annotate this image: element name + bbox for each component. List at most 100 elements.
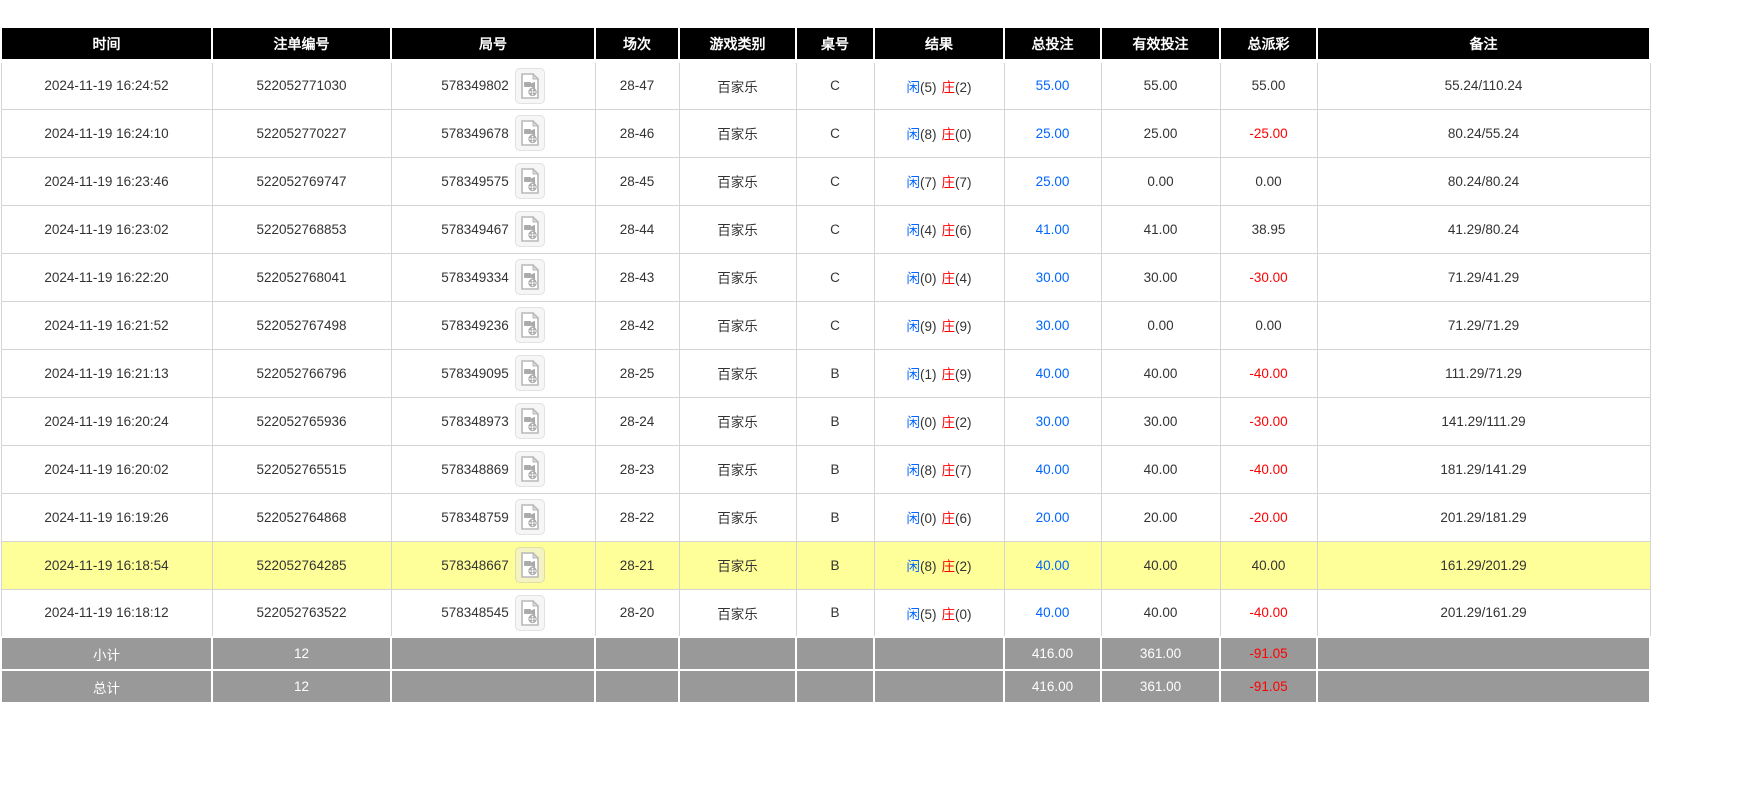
footer-empty-cell [594,636,680,671]
footer-count: 12 [211,636,392,671]
total-bet-link[interactable]: 40.00 [1036,366,1070,381]
total-bet-link[interactable]: 25.00 [1036,126,1070,141]
cell-payout: -25.00 [1219,108,1318,158]
cell-table-no: C [795,156,875,206]
cell-valid-bet: 40.00 [1100,540,1221,590]
col-header-total_bet: 总投注 [1003,28,1102,63]
cell-time: 2024-11-19 16:19:26 [0,492,213,542]
table-row[interactable]: 2024-11-19 16:24:10 522052770227 578349678… [0,108,1651,158]
total-bet-link[interactable]: 40.00 [1036,558,1070,573]
footer-payout: -91.05 [1219,636,1318,671]
cell-remark: 111.29/71.29 [1316,348,1651,398]
table-row[interactable]: 2024-11-19 16:23:02 522052768853 578349467… [0,204,1651,254]
cell-time: 2024-11-19 16:22:20 [0,252,213,302]
cell-remark: 41.29/80.24 [1316,204,1651,254]
cell-valid-bet: 20.00 [1100,492,1221,542]
cell-total-bet: 20.00 [1003,492,1102,542]
result-banker-label: 庄 [941,271,956,286]
result-player-label: 闲 [906,606,921,622]
table-row[interactable]: 2024-11-19 16:20:24 522052765936 578348973… [0,396,1651,446]
cell-game-type: 百家乐 [678,252,797,302]
cell-table-no: C [795,108,875,158]
video-replay-icon [520,456,540,482]
table-row[interactable]: 2024-11-19 16:20:02 522052765515 578348869… [0,444,1651,494]
footer-empty-cell [678,669,797,704]
cell-game-type: 百家乐 [678,156,797,206]
result-banker-label: 庄 [941,511,956,526]
col-header-time: 时间 [0,28,213,63]
video-replay-button[interactable] [514,499,545,535]
total-bet-link[interactable]: 30.00 [1036,414,1070,429]
result-banker-score: (0) [955,606,972,622]
cell-bet-no: 522052767498 [211,300,392,350]
cell-bet-no: 522052765515 [211,444,392,494]
video-replay-button[interactable] [514,211,545,247]
video-replay-button[interactable] [514,451,545,487]
col-header-session: 场次 [594,28,680,63]
video-replay-button[interactable] [514,307,545,343]
table-row[interactable]: 2024-11-19 16:22:20 522052768041 578349334… [0,252,1651,302]
cell-result: 闲(8) 庄(2) [873,540,1005,590]
col-header-bet_no: 注单编号 [211,28,392,63]
col-header-remark: 备注 [1316,28,1651,63]
table-row-highlighted[interactable]: 2024-11-19 16:18:54 522052764285 578348667… [0,540,1651,590]
cell-table-no: B [795,348,875,398]
footer-label: 总计 [0,669,213,704]
video-replay-button[interactable] [514,115,545,151]
cell-time: 2024-11-19 16:23:02 [0,204,213,254]
table-row[interactable]: 2024-11-19 16:21:52 522052767498 578349236… [0,300,1651,350]
round-number: 578349334 [441,269,509,285]
cell-round-no: 578349095 [390,348,596,398]
total-bet-link[interactable]: 30.00 [1036,318,1070,333]
cell-bet-no: 522052768041 [211,252,392,302]
table-row[interactable]: 2024-11-19 16:23:46 522052769747 578349575… [0,156,1651,206]
table-row[interactable]: 2024-11-19 16:21:13 522052766796 578349095… [0,348,1651,398]
cell-round-no: 578349334 [390,252,596,302]
cell-bet-no: 522052763522 [211,588,392,638]
cell-payout: -40.00 [1219,444,1318,494]
cell-remark: 201.29/181.29 [1316,492,1651,542]
cell-session: 28-20 [594,588,680,638]
cell-table-no: C [795,300,875,350]
video-replay-button[interactable] [514,259,545,295]
total-bet-link[interactable]: 40.00 [1036,462,1070,477]
result-player-score: (8) [920,127,937,142]
video-replay-button[interactable] [514,594,545,631]
cell-time: 2024-11-19 16:20:02 [0,444,213,494]
cell-total-bet: 40.00 [1003,348,1102,398]
table-row[interactable]: 2024-11-19 16:24:52 522052771030 578349802… [0,60,1651,110]
total-bet-link[interactable]: 30.00 [1036,270,1070,285]
footer-empty-cell [678,636,797,671]
video-replay-button[interactable] [514,547,545,583]
table-row[interactable]: 2024-11-19 16:18:12 522052763522 578348545… [0,588,1651,638]
video-replay-button[interactable] [514,67,545,104]
result-banker-score: (2) [955,559,972,574]
round-number: 578348869 [441,461,509,477]
total-bet-link[interactable]: 40.00 [1036,605,1070,620]
total-bet-link[interactable]: 41.00 [1036,222,1070,237]
cell-remark: 80.24/80.24 [1316,156,1651,206]
table-row[interactable]: 2024-11-19 16:19:26 522052764868 578348759… [0,492,1651,542]
video-replay-button[interactable] [514,355,545,391]
video-replay-button[interactable] [514,163,545,199]
total-bet-link[interactable]: 20.00 [1036,510,1070,525]
table-header: 时间 注单编号 局号 场次 游戏类别 桌号 结果 总投注 有效投注 总派彩 备注 [0,28,1651,63]
video-replay-button[interactable] [514,403,545,439]
video-replay-icon [520,360,540,386]
result-player-label: 闲 [906,223,921,238]
cell-remark: 71.29/41.29 [1316,252,1651,302]
total-bet-link[interactable]: 25.00 [1036,174,1070,189]
round-number: 578348973 [441,413,509,429]
result-player-score: (8) [920,559,937,574]
total-bet-link[interactable]: 55.00 [1036,78,1070,93]
col-header-valid_bet: 有效投注 [1100,28,1221,63]
cell-result: 闲(8) 庄(0) [873,108,1005,158]
cell-total-bet: 25.00 [1003,156,1102,206]
cell-time: 2024-11-19 16:24:52 [0,60,213,110]
cell-valid-bet: 25.00 [1100,108,1221,158]
cell-bet-no: 522052766796 [211,348,392,398]
cell-result: 闲(0) 庄(2) [873,396,1005,446]
result-player-score: (8) [920,463,937,478]
video-replay-icon [520,168,540,194]
result-banker-score: (6) [955,223,972,238]
